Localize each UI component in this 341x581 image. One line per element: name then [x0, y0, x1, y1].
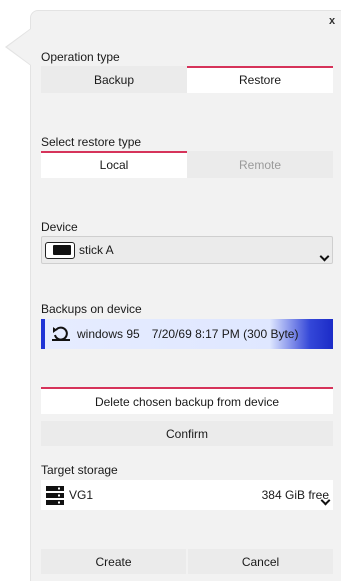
- server-icon: [44, 484, 66, 506]
- storage-free: 384 GiB free: [261, 488, 329, 502]
- chevron-down-icon: [319, 251, 330, 262]
- operation-type-label: Operation type: [41, 50, 120, 64]
- tab-remote[interactable]: Remote: [187, 151, 333, 178]
- footer-actions: Create Cancel: [41, 549, 333, 574]
- target-storage-label: Target storage: [41, 463, 118, 477]
- backup-name: windows 95: [77, 327, 140, 341]
- cancel-button[interactable]: Cancel: [188, 549, 333, 574]
- tab-backup[interactable]: Backup: [41, 66, 187, 93]
- create-button[interactable]: Create: [41, 549, 186, 574]
- backups-label: Backups on device: [41, 302, 142, 316]
- delete-backup-button[interactable]: Delete chosen backup from device: [41, 387, 333, 414]
- usb-drive-icon: [45, 241, 75, 259]
- restore-type-label: Select restore type: [41, 135, 142, 149]
- restore-icon: [51, 324, 71, 344]
- device-label: Device: [41, 220, 78, 234]
- operation-type-segmented: Backup Restore: [41, 66, 333, 93]
- popover-pointer-fill: [7, 29, 31, 65]
- tab-local[interactable]: Local: [41, 151, 187, 178]
- target-storage-select[interactable]: VG1 384 GiB free: [41, 480, 333, 510]
- confirm-button[interactable]: Confirm: [41, 421, 333, 446]
- tab-restore[interactable]: Restore: [187, 66, 333, 93]
- device-select[interactable]: stick A: [41, 236, 333, 264]
- storage-name: VG1: [69, 488, 94, 502]
- close-button[interactable]: x: [329, 15, 335, 27]
- restore-type-segmented: Local Remote: [41, 151, 333, 178]
- backup-date: 7/20/69 8:17 PM (300 Byte): [151, 327, 299, 341]
- device-selected-value: stick A: [79, 243, 114, 257]
- backup-list-item[interactable]: windows 95 7/20/69 8:17 PM (300 Byte): [41, 319, 333, 349]
